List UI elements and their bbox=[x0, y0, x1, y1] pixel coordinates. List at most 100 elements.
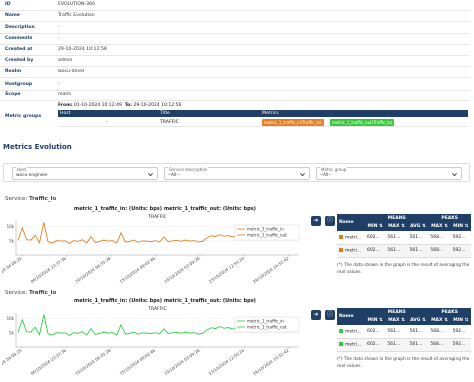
averaging-note: (*) The data shown in the graph is the r… bbox=[337, 262, 470, 275]
service-title: Service: Traffic_lo bbox=[5, 290, 56, 296]
metric-group-select-label: Metric group bbox=[320, 167, 348, 172]
y-tick-label: 10k bbox=[7, 224, 15, 229]
service-title: Service: Traffic_lo bbox=[5, 196, 56, 202]
metric-name-cell[interactable]: metri... bbox=[337, 244, 365, 257]
series-color-swatch bbox=[339, 234, 343, 239]
stats-header: Name MEANS PEAKS bbox=[337, 214, 471, 225]
col-min-label: MIN bbox=[367, 224, 378, 229]
col-peak-max[interactable]: MAX ⇅ bbox=[428, 316, 450, 325]
chevron-down-icon bbox=[452, 173, 457, 177]
arrow-right-button[interactable]: ➜ bbox=[311, 216, 321, 226]
x-tick-label: 01/10/2024 04:08:25 bbox=[2, 255, 23, 284]
metric-groups-row: - TRAFFIC metric_1_traffic_in(Traffic_lo… bbox=[58, 117, 468, 127]
traffic-chart: TRAFFIC 10k 5k 01/10/2024 04:08:25 06/10/202… bbox=[2, 306, 300, 376]
metrics-evolution-title: Metrics Evolution bbox=[3, 143, 72, 151]
col-max-label: MAX bbox=[388, 318, 400, 323]
detail-key: Comments bbox=[5, 35, 33, 41]
service-name: Traffic_lo bbox=[28, 196, 57, 202]
col-min[interactable]: MIN ⇅ bbox=[365, 316, 385, 325]
col-peak-max[interactable]: MAX ⇅ bbox=[428, 222, 450, 231]
mean-min: 602... bbox=[366, 342, 380, 347]
x-tick-label: 26/10/2024 16:32:42 bbox=[252, 255, 290, 284]
col-host: Host bbox=[60, 111, 71, 116]
detail-value: - bbox=[58, 81, 60, 87]
averaging-note: (*) The data shown in the graph is the r… bbox=[337, 356, 470, 369]
col-peak-min[interactable]: MIN ⇅ bbox=[451, 222, 472, 231]
col-max[interactable]: MAX ⇅ bbox=[385, 316, 407, 325]
host-select[interactable]: Host wocu-engineer bbox=[12, 167, 158, 180]
col-avg-label: AVG bbox=[410, 318, 421, 323]
col-min-label: MIN bbox=[367, 318, 378, 323]
col-name[interactable]: Name bbox=[337, 214, 365, 231]
metric-name-cell[interactable]: metri... bbox=[337, 338, 365, 351]
col-min[interactable]: MIN ⇅ bbox=[365, 222, 385, 231]
col-avg[interactable]: AVG ⇅ bbox=[408, 222, 429, 231]
col-peak-min[interactable]: MIN ⇅ bbox=[451, 316, 472, 325]
mean-min: 602... bbox=[366, 248, 380, 253]
peak-max: 568... bbox=[430, 342, 444, 347]
col-max[interactable]: MAX ⇅ bbox=[385, 222, 407, 231]
legend-label[interactable]: metric_1_traffic_out bbox=[247, 325, 287, 330]
mean-max: 561... bbox=[387, 248, 401, 253]
detail-value: Traffic Evolution bbox=[58, 12, 95, 18]
detail-value: EVOLUTION-360 bbox=[58, 1, 95, 7]
detail-key: Hostgroup bbox=[5, 81, 33, 87]
legend-label[interactable]: metric_1_traffic_out bbox=[247, 233, 287, 238]
x-tick-label: 26/10/2024 16:32:42 bbox=[252, 347, 290, 376]
detail-key: Created at bbox=[5, 46, 33, 52]
table-row: metri... 602... 561... 561... 568... 592... bbox=[337, 231, 471, 244]
info-button[interactable]: ⓘ bbox=[325, 310, 335, 320]
metric-group-select[interactable]: Metric group --All-- bbox=[316, 167, 462, 180]
info-button[interactable]: ⓘ bbox=[325, 216, 335, 226]
mean-avg: 561... bbox=[409, 248, 423, 253]
metric-tag-out[interactable]: metric_1_traffic_out(Traffic_lo) bbox=[330, 118, 395, 126]
service-description-select[interactable]: Service description --All-- bbox=[164, 167, 310, 180]
x-tick-label: 10/10/2024 06:35:28 bbox=[74, 255, 112, 284]
date-range: From: 01-10-2024 10:12:49 To: 29-10-2024… bbox=[58, 103, 181, 108]
detail-key: Name bbox=[5, 12, 20, 18]
detail-row: Comments - bbox=[0, 34, 469, 45]
mean-min: 602... bbox=[366, 328, 380, 334]
arrow-right-button[interactable]: ➜ bbox=[311, 310, 321, 320]
y-tick-label: 5k bbox=[9, 238, 15, 243]
col-means: MEANS bbox=[387, 309, 406, 315]
col-peak-min-label: MIN bbox=[453, 318, 464, 323]
x-tick-label: 06/10/2024 23:37:36 bbox=[30, 255, 68, 284]
peak-min: 592... bbox=[452, 328, 466, 334]
legend-label[interactable]: metric_1_traffic_in bbox=[247, 227, 284, 232]
series-color-swatch bbox=[339, 341, 343, 346]
detail-row: ID EVOLUTION-360 bbox=[0, 0, 469, 11]
metric-name-cell[interactable]: metri... bbox=[337, 325, 365, 338]
service-prefix: Service: bbox=[5, 196, 29, 202]
chevron-down-icon bbox=[300, 173, 305, 177]
metric-name: metri... bbox=[345, 248, 362, 254]
mean-max: 561... bbox=[387, 328, 401, 334]
col-peak-max-label: MAX bbox=[431, 224, 443, 229]
service-select-label: Service description bbox=[168, 167, 209, 172]
detail-row: Scope realm bbox=[0, 90, 469, 101]
to-date: 29-10-2024 10:12:56 bbox=[133, 103, 182, 108]
metric-name-cell[interactable]: metri... bbox=[337, 231, 365, 244]
stats-table: Name MEANS PEAKS MIN ⇅ MAX ⇅ AVG ⇅ MAX ⇅ MIN ⇅ m… bbox=[337, 308, 471, 370]
detail-key: Created by bbox=[5, 57, 34, 63]
detail-value: 29-10-2024 10:12:58 bbox=[58, 46, 107, 52]
metric-groups-label: Metric groups bbox=[5, 114, 42, 119]
detail-key: ID bbox=[5, 1, 11, 7]
col-name[interactable]: Name bbox=[337, 308, 365, 325]
table-row: metri... 602... 561... 561... 568... 592... bbox=[337, 338, 471, 351]
stats-table: Name MEANS PEAKS MIN ⇅ MAX ⇅ AVG ⇅ MAX ⇅ MIN ⇅ m… bbox=[337, 214, 471, 276]
col-means: MEANS bbox=[387, 215, 406, 221]
chevron-down-icon bbox=[148, 173, 153, 177]
x-tick-label: 15/10/2024 08:02:46 bbox=[119, 347, 157, 376]
series-color-swatch bbox=[339, 247, 343, 252]
metric-tag-in[interactable]: metric_1_traffic_in(Traffic_lo) bbox=[262, 118, 324, 126]
chart-title: TRAFFIC bbox=[147, 214, 166, 220]
mean-min: 602... bbox=[366, 234, 380, 240]
legend-label[interactable]: metric_1_traffic_in bbox=[247, 319, 284, 324]
mean-avg: 561... bbox=[409, 234, 423, 240]
detail-key: Scope bbox=[5, 91, 21, 97]
col-avg[interactable]: AVG ⇅ bbox=[408, 316, 429, 325]
service-prefix: Service: bbox=[5, 290, 29, 296]
metric-name: metri... bbox=[345, 329, 362, 334]
detail-value: admin bbox=[58, 57, 73, 63]
